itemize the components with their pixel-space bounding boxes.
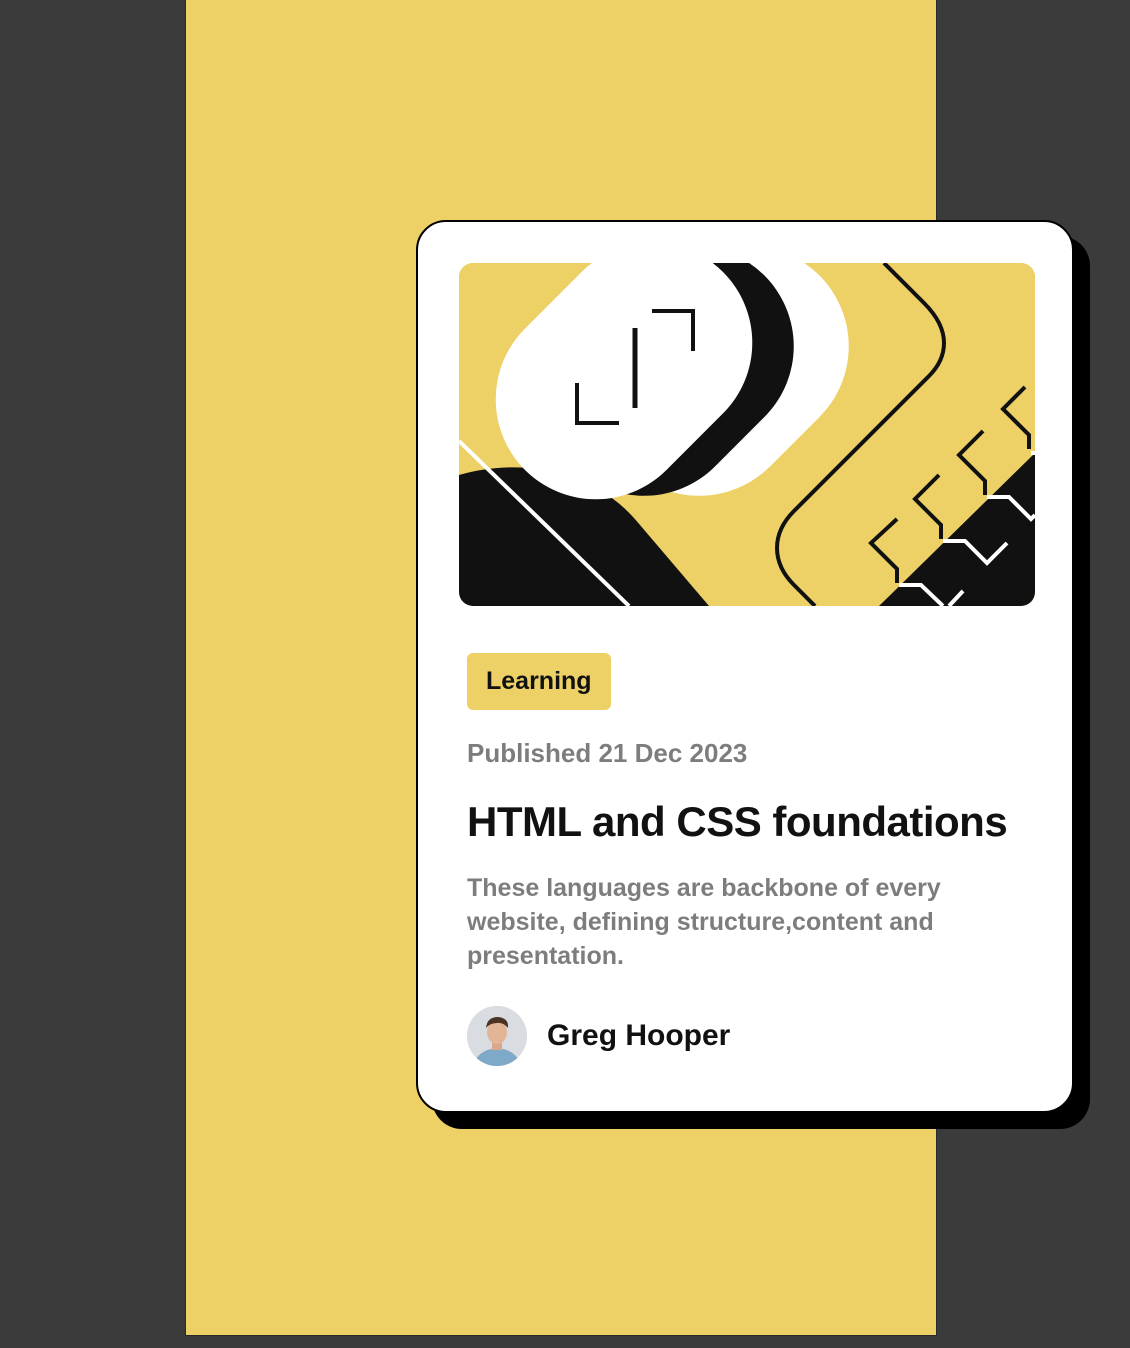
published-date: Published 21 Dec 2023 [467,738,748,768]
blog-preview-card: Learning Published 21 Dec 2023 HTML and … [416,220,1074,1113]
card-description: These languages are backbone of every we… [467,874,941,970]
illustration-graphic [459,263,1035,606]
avatar [467,1006,527,1066]
card-title[interactable]: HTML and CSS foundations [467,798,1008,846]
avatar-image [467,1006,527,1066]
page-background: Learning Published 21 Dec 2023 HTML and … [185,0,1074,1336]
author-name: Greg Hooper [547,1019,731,1052]
category-tag[interactable]: Learning [467,653,611,710]
card-illustration [459,263,1035,606]
author-info: Greg Hooper [467,1006,730,1066]
